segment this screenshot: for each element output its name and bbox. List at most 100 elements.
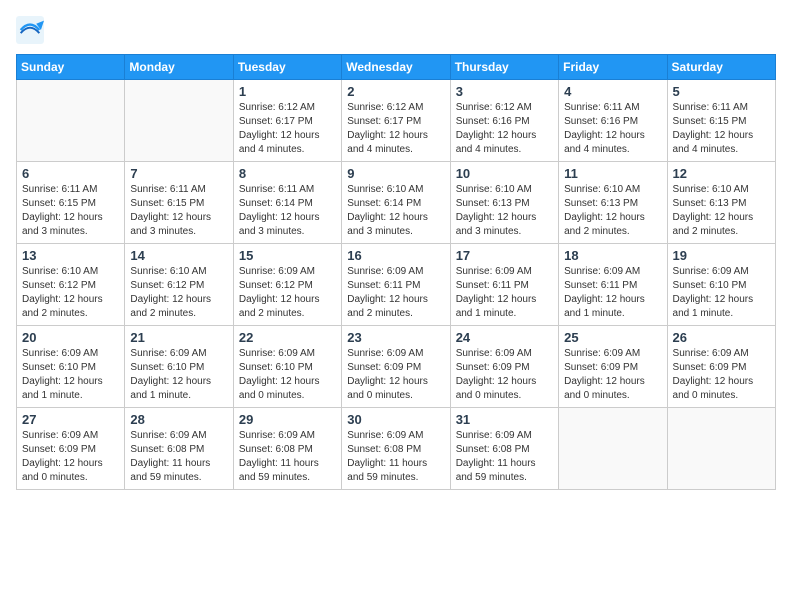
day-number: 15 [239, 248, 336, 263]
calendar-cell: 23 Sunrise: 6:09 AM Sunset: 6:09 PM Dayli… [342, 326, 450, 408]
calendar-cell: 10 Sunrise: 6:10 AM Sunset: 6:13 PM Dayli… [450, 162, 558, 244]
day-info: Sunrise: 6:10 AM Sunset: 6:12 PM Dayligh… [130, 265, 227, 321]
calendar-cell: 16 Sunrise: 6:09 AM Sunset: 6:11 PM Dayli… [342, 244, 450, 326]
day-number: 20 [22, 330, 119, 345]
calendar-cell: 29 Sunrise: 6:09 AM Sunset: 6:08 PM Dayli… [233, 408, 341, 490]
calendar-cell: 19Sunrise: 6:09 AM Sunset: 6:10 PM Dayli… [667, 244, 775, 326]
day-info: Sunrise: 6:09 AM Sunset: 6:10 PM Dayligh… [130, 347, 227, 403]
day-number: 10 [456, 166, 553, 181]
day-number: 12 [673, 166, 770, 181]
calendar-cell: 20 Sunrise: 6:09 AM Sunset: 6:10 PM Dayli… [17, 326, 125, 408]
day-number: 30 [347, 412, 444, 427]
day-number: 9 [347, 166, 444, 181]
day-info: Sunrise: 6:11 AM Sunset: 6:15 PM Dayligh… [130, 183, 227, 239]
day-number: 17 [456, 248, 553, 263]
day-info: Sunrise: 6:09 AM Sunset: 6:08 PM Dayligh… [239, 429, 336, 485]
day-number: 4 [564, 84, 661, 99]
day-number: 23 [347, 330, 444, 345]
day-info: Sunrise: 6:09 AM Sunset: 6:10 PM Dayligh… [22, 347, 119, 403]
day-info: Sunrise: 6:09 AM Sunset: 6:11 PM Dayligh… [347, 265, 444, 321]
day-info: Sunrise: 6:11 AM Sunset: 6:15 PM Dayligh… [22, 183, 119, 239]
day-number: 2 [347, 84, 444, 99]
column-header-saturday: Saturday [667, 55, 775, 80]
day-info: Sunrise: 6:09 AM Sunset: 6:08 PM Dayligh… [456, 429, 553, 485]
calendar-cell: 28Sunrise: 6:09 AM Sunset: 6:08 PM Dayli… [125, 408, 233, 490]
calendar-cell: 8 Sunrise: 6:11 AM Sunset: 6:14 PM Daylig… [233, 162, 341, 244]
day-info: Sunrise: 6:12 AM Sunset: 6:16 PM Dayligh… [456, 101, 553, 157]
calendar-cell: 4 Sunrise: 6:11 AM Sunset: 6:16 PM Daylig… [559, 80, 667, 162]
day-info: Sunrise: 6:09 AM Sunset: 6:08 PM Dayligh… [130, 429, 227, 485]
day-number: 24 [456, 330, 553, 345]
column-header-sunday: Sunday [17, 55, 125, 80]
column-header-monday: Monday [125, 55, 233, 80]
calendar-table: SundayMondayTuesdayWednesdayThursdayFrid… [16, 54, 776, 490]
day-info: Sunrise: 6:10 AM Sunset: 6:13 PM Dayligh… [564, 183, 661, 239]
day-number: 8 [239, 166, 336, 181]
calendar-cell [667, 408, 775, 490]
day-info: Sunrise: 6:09 AM Sunset: 6:09 PM Dayligh… [456, 347, 553, 403]
calendar-cell: 22 Sunrise: 6:09 AM Sunset: 6:10 PM Dayli… [233, 326, 341, 408]
day-info: Sunrise: 6:12 AM Sunset: 6:17 PM Dayligh… [347, 101, 444, 157]
day-info: Sunrise: 6:10 AM Sunset: 6:13 PM Dayligh… [456, 183, 553, 239]
day-info: Sunrise: 6:11 AM Sunset: 6:15 PM Dayligh… [673, 101, 770, 157]
calendar-cell: 1Sunrise: 6:12 AM Sunset: 6:17 PM Daylig… [233, 80, 341, 162]
page: SundayMondayTuesdayWednesdayThursdayFrid… [0, 0, 792, 612]
day-number: 22 [239, 330, 336, 345]
day-info: Sunrise: 6:10 AM Sunset: 6:12 PM Dayligh… [22, 265, 119, 321]
calendar-cell: 26 Sunrise: 6:09 AM Sunset: 6:09 PM Dayli… [667, 326, 775, 408]
day-number: 16 [347, 248, 444, 263]
day-info: Sunrise: 6:11 AM Sunset: 6:14 PM Dayligh… [239, 183, 336, 239]
day-info: Sunrise: 6:09 AM Sunset: 6:09 PM Dayligh… [22, 429, 119, 485]
day-number: 19 [673, 248, 770, 263]
day-info: Sunrise: 6:09 AM Sunset: 6:11 PM Dayligh… [564, 265, 661, 321]
day-info: Sunrise: 6:09 AM Sunset: 6:09 PM Dayligh… [564, 347, 661, 403]
day-number: 21 [130, 330, 227, 345]
day-number: 29 [239, 412, 336, 427]
calendar-cell: 24 Sunrise: 6:09 AM Sunset: 6:09 PM Dayli… [450, 326, 558, 408]
calendar-cell: 12 Sunrise: 6:10 AM Sunset: 6:13 PM Dayli… [667, 162, 775, 244]
calendar-week-2: 6 Sunrise: 6:11 AM Sunset: 6:15 PM Daylig… [17, 162, 776, 244]
calendar-week-4: 20 Sunrise: 6:09 AM Sunset: 6:10 PM Dayli… [17, 326, 776, 408]
day-number: 26 [673, 330, 770, 345]
calendar-week-5: 27 Sunrise: 6:09 AM Sunset: 6:09 PM Dayli… [17, 408, 776, 490]
calendar-cell: 31 Sunrise: 6:09 AM Sunset: 6:08 PM Dayli… [450, 408, 558, 490]
day-number: 27 [22, 412, 119, 427]
calendar-week-1: 1Sunrise: 6:12 AM Sunset: 6:17 PM Daylig… [17, 80, 776, 162]
day-info: Sunrise: 6:09 AM Sunset: 6:09 PM Dayligh… [347, 347, 444, 403]
day-number: 11 [564, 166, 661, 181]
calendar-cell: 15 Sunrise: 6:09 AM Sunset: 6:12 PM Dayli… [233, 244, 341, 326]
day-info: Sunrise: 6:10 AM Sunset: 6:13 PM Dayligh… [673, 183, 770, 239]
column-header-thursday: Thursday [450, 55, 558, 80]
calendar-cell: 3 Sunrise: 6:12 AM Sunset: 6:16 PM Daylig… [450, 80, 558, 162]
calendar-cell: 17Sunrise: 6:09 AM Sunset: 6:11 PM Dayli… [450, 244, 558, 326]
day-info: Sunrise: 6:09 AM Sunset: 6:10 PM Dayligh… [239, 347, 336, 403]
calendar-cell: 7 Sunrise: 6:11 AM Sunset: 6:15 PM Daylig… [125, 162, 233, 244]
day-info: Sunrise: 6:11 AM Sunset: 6:16 PM Dayligh… [564, 101, 661, 157]
calendar-cell: 6 Sunrise: 6:11 AM Sunset: 6:15 PM Daylig… [17, 162, 125, 244]
calendar-cell [17, 80, 125, 162]
calendar-cell: 5 Sunrise: 6:11 AM Sunset: 6:15 PM Daylig… [667, 80, 775, 162]
calendar-week-3: 13 Sunrise: 6:10 AM Sunset: 6:12 PM Dayli… [17, 244, 776, 326]
calendar-header-row: SundayMondayTuesdayWednesdayThursdayFrid… [17, 55, 776, 80]
calendar-cell: 25 Sunrise: 6:09 AM Sunset: 6:09 PM Dayli… [559, 326, 667, 408]
day-number: 18 [564, 248, 661, 263]
day-number: 31 [456, 412, 553, 427]
calendar-cell: 13 Sunrise: 6:10 AM Sunset: 6:12 PM Dayli… [17, 244, 125, 326]
day-info: Sunrise: 6:12 AM Sunset: 6:17 PM Dayligh… [239, 101, 336, 157]
calendar-cell: 9Sunrise: 6:10 AM Sunset: 6:14 PM Daylig… [342, 162, 450, 244]
day-number: 25 [564, 330, 661, 345]
day-number: 7 [130, 166, 227, 181]
calendar-cell: 21 Sunrise: 6:09 AM Sunset: 6:10 PM Dayli… [125, 326, 233, 408]
day-info: Sunrise: 6:09 AM Sunset: 6:09 PM Dayligh… [673, 347, 770, 403]
day-number: 3 [456, 84, 553, 99]
day-number: 14 [130, 248, 227, 263]
day-info: Sunrise: 6:09 AM Sunset: 6:12 PM Dayligh… [239, 265, 336, 321]
day-number: 13 [22, 248, 119, 263]
day-number: 6 [22, 166, 119, 181]
day-number: 5 [673, 84, 770, 99]
calendar-cell [559, 408, 667, 490]
header [16, 16, 776, 44]
calendar-cell: 2 Sunrise: 6:12 AM Sunset: 6:17 PM Daylig… [342, 80, 450, 162]
column-header-wednesday: Wednesday [342, 55, 450, 80]
calendar-cell: 11 Sunrise: 6:10 AM Sunset: 6:13 PM Dayli… [559, 162, 667, 244]
